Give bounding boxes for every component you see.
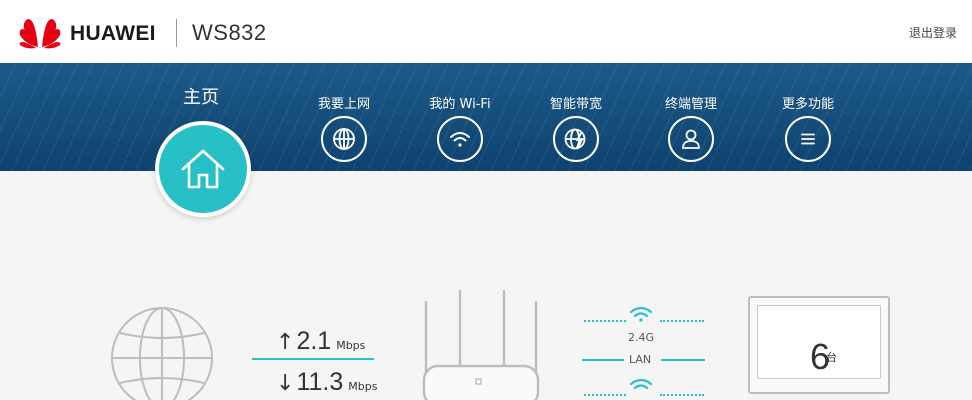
upload-arrow-icon: ↑ [276, 330, 295, 355]
model-name: WS832 [192, 20, 267, 45]
nav-item-more-features[interactable]: 更多功能 [760, 93, 856, 162]
internet-globe-icon [111, 307, 213, 400]
nav-item-label: 智能带宽 [549, 97, 602, 112]
nav-item-internet[interactable]: 我要上网 [296, 93, 392, 162]
nav-item-label: 终端管理 [664, 97, 717, 112]
nav-item-label: 更多功能 [781, 97, 834, 112]
download-arrow-icon: ↓ [276, 371, 295, 396]
router-icon [422, 289, 540, 400]
nav-item-label: 我要上网 [317, 97, 370, 112]
top-header: HUAWEI WS832 退出登录 [0, 0, 972, 63]
wifi-5g-link-line-right [660, 394, 704, 396]
device-count-unit: 台 [826, 351, 837, 364]
download-speed-unit: Mbps [348, 380, 378, 393]
brand-name: HUAWEI [70, 22, 156, 45]
globe-icon [321, 116, 367, 162]
nav-item-smart-bandwidth[interactable]: 智能带宽 [528, 93, 624, 162]
user-icon [668, 116, 714, 162]
logout-link[interactable]: 退出登录 [909, 24, 957, 41]
wifi-icon [437, 116, 483, 162]
monitor-screen: 6 [757, 305, 881, 379]
download-speed: ↓ 11.3 Mbps [276, 368, 377, 397]
home-icon [181, 149, 225, 189]
upload-speed: ↑ 2.1 Mbps [276, 327, 365, 356]
nav-item-my-wifi[interactable]: 我的 Wi-Fi [412, 93, 508, 162]
main-nav: 主页 我要上网 我的 Wi-Fi 智能带宽 终端管理 更多功能 [0, 63, 972, 171]
wifi-link-line-left [584, 320, 626, 322]
lan-link-line-left [582, 359, 624, 361]
bandwidth-icon [553, 116, 599, 162]
huawei-logo-icon [19, 19, 61, 49]
wifi-signal-5g-icon [629, 378, 653, 390]
download-speed-value: 11.3 [296, 368, 344, 396]
speed-divider [252, 358, 374, 360]
wifi-band-label: 2.4G [628, 331, 655, 344]
nav-item-label: 我的 Wi-Fi [429, 97, 491, 112]
lan-link-line-right [661, 359, 705, 361]
upload-speed-value: 2.1 [296, 327, 332, 355]
menu-icon [785, 116, 831, 162]
connected-devices-monitor[interactable]: 6 [748, 296, 890, 394]
wifi-5g-link-line-left [584, 394, 626, 396]
header-divider [176, 19, 177, 47]
home-button-inner [159, 125, 247, 213]
home-label: 主页 [183, 87, 219, 108]
upload-speed-unit: Mbps [336, 339, 366, 352]
home-button[interactable] [155, 121, 251, 217]
wifi-signal-icon [629, 306, 653, 322]
wifi-link-line-right [660, 320, 704, 322]
lan-label: LAN [629, 353, 652, 366]
nav-item-device-management[interactable]: 终端管理 [643, 93, 739, 162]
